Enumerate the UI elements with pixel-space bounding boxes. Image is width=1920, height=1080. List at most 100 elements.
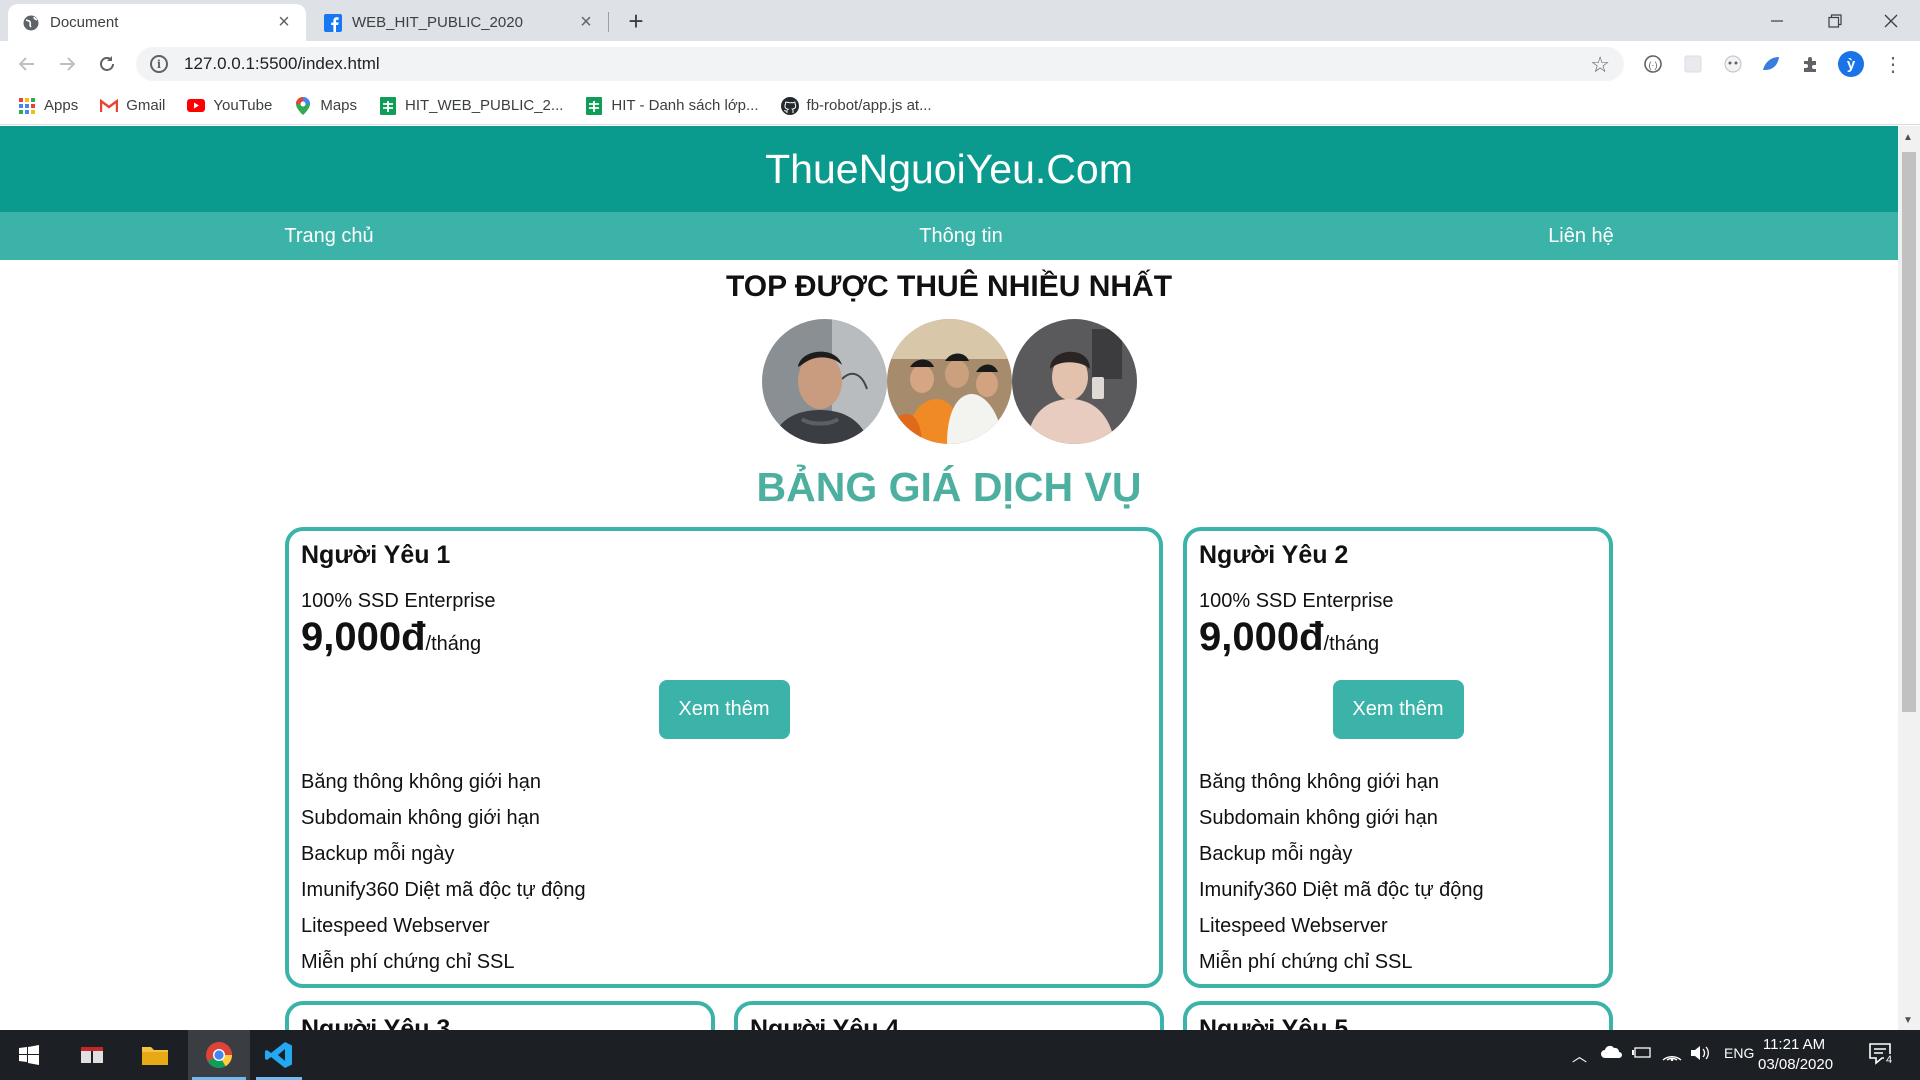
close-tab-icon[interactable]: × (274, 11, 294, 34)
list-item: Imunify360 Diệt mã độc tự động (1199, 879, 1484, 901)
bookmark-fb-robot[interactable]: fb-robot/app.js at... (780, 96, 932, 115)
see-more-button[interactable]: Xem thêm (1332, 680, 1464, 739)
list-item: Litespeed Webserver (1199, 915, 1388, 937)
menu-kebab-icon[interactable]: ⋮ (1880, 51, 1906, 77)
notification-center-icon[interactable]: 4 (1868, 1042, 1895, 1066)
close-tab-icon[interactable]: × (576, 11, 596, 34)
url-text[interactable]: 127.0.0.1:5500/index.html (184, 54, 380, 74)
top-avatars (0, 319, 1898, 444)
nav-link-trang-chu[interactable]: Trang chủ (284, 225, 373, 248)
scroll-down-arrow-icon[interactable]: ▼ (1903, 1015, 1913, 1026)
bookmark-star-icon[interactable]: ☆ (1590, 52, 1610, 78)
extension-icon[interactable]: (·) (1640, 51, 1666, 77)
card-price: 9,000đ/tháng (301, 615, 1147, 660)
windows-taskbar: ︿ ENG 11:21 AM 03/08/2020 4 (0, 1030, 1920, 1080)
card-feature: 100% SSD Enterprise (1199, 590, 1394, 612)
forward-button[interactable] (52, 49, 82, 79)
sheets-icon (585, 96, 603, 115)
page-viewport: ThueNguoiYeu.Com Trang chủ Thông tin Liê… (0, 126, 1898, 1030)
bookmark-label: YouTube (213, 97, 273, 114)
bookmarks-bar: Apps Gmail YouTube Maps HIT_WEB_PUBLIC_2… (0, 87, 1920, 125)
list-item: Imunify360 Diệt mã độc tự động (301, 879, 586, 901)
bookmark-apps[interactable]: Apps (18, 97, 78, 115)
bookmark-maps[interactable]: Maps (294, 96, 358, 115)
scroll-up-arrow-icon[interactable]: ▲ (1903, 132, 1913, 143)
price-amount: 9,000đ (1199, 615, 1324, 659)
top-rented-title: TOP ĐƯỢC THUÊ NHIỀU NHẤT (725, 270, 1173, 303)
bookmark-label: fb-robot/app.js at... (806, 97, 932, 114)
puzzle-icon[interactable] (1798, 51, 1824, 77)
tab-web-hit-public[interactable]: WEB_HIT_PUBLIC_2020 × (310, 4, 608, 41)
info-icon[interactable]: i (150, 55, 168, 73)
close-window-button[interactable] (1862, 0, 1920, 41)
vscode-taskbar-icon[interactable] (252, 1030, 306, 1080)
bookmark-label: Maps (320, 97, 358, 114)
pricing-card-5: Người Yêu 5 (1183, 1001, 1613, 1030)
reload-button[interactable] (92, 49, 122, 79)
tab-document[interactable]: Document × (8, 4, 306, 41)
bookmark-label: Apps (44, 97, 79, 114)
bookmark-hit-web-public[interactable]: HIT_WEB_PUBLIC_2... (379, 96, 564, 115)
windows-start-icon[interactable] (0, 1030, 58, 1080)
task-view-icon[interactable] (64, 1030, 122, 1080)
battery-icon[interactable] (1632, 1045, 1652, 1059)
svg-text:(·): (·) (1649, 60, 1658, 70)
extension-icon[interactable] (1720, 51, 1746, 77)
profile-avatar[interactable]: ỳ (1838, 51, 1864, 77)
bookmark-youtube[interactable]: YouTube (187, 97, 272, 115)
bookmark-label: HIT_WEB_PUBLIC_2... (405, 97, 564, 114)
notification-count: 4 (1884, 1054, 1895, 1066)
list-item: Backup mỗi ngày (1199, 843, 1353, 865)
site-brand[interactable]: ThueNguoiYeu.Com (765, 146, 1133, 193)
card-features-list: Băng thông không giới hạn Subdomain khôn… (301, 764, 1147, 980)
bookmark-label: Gmail (126, 97, 166, 114)
list-item: Băng thông không giới hạn (1199, 771, 1439, 793)
list-item: Subdomain không giới hạn (1199, 807, 1438, 829)
list-item: Miễn phí chứng chỉ SSL (1199, 951, 1413, 973)
see-more-button[interactable]: Xem thêm (658, 680, 790, 739)
extension-icon[interactable] (1758, 51, 1784, 77)
bookmark-gmail[interactable]: Gmail (100, 97, 165, 115)
gmail-icon (100, 97, 119, 115)
back-button[interactable] (12, 49, 42, 79)
site-nav: Trang chủ Thông tin Liên hệ (0, 212, 1898, 260)
site-header: ThueNguoiYeu.Com (0, 126, 1898, 212)
avatar-photo-3[interactable] (1011, 319, 1137, 444)
clock-date: 03/08/2020 (1758, 1056, 1834, 1073)
price-period: /tháng (1323, 633, 1380, 655)
tray-chevron-icon[interactable]: ︿ (1572, 1045, 1587, 1066)
avatar-photo-2[interactable] (886, 319, 1012, 444)
list-item: Backup mỗi ngày (301, 843, 455, 865)
nav-link-thong-tin[interactable]: Thông tin (919, 225, 1002, 248)
clock-time: 11:21 AM (1762, 1036, 1826, 1053)
bookmark-label: HIT - Danh sách lớp... (611, 97, 759, 114)
tab-title: WEB_HIT_PUBLIC_2020 (352, 14, 523, 31)
volume-icon[interactable] (1690, 1045, 1712, 1061)
tab-strip: Document × WEB_HIT_PUBLIC_2020 × + (0, 0, 1920, 41)
apps-grid-icon (18, 97, 36, 115)
avatar-photo-1[interactable] (761, 319, 887, 444)
price-amount: 9,000đ (301, 615, 426, 659)
facebook-icon (324, 13, 342, 32)
youtube-icon (187, 97, 206, 115)
system-clock[interactable]: 11:21 AM 03/08/2020 (1758, 1035, 1834, 1075)
restore-button[interactable] (1806, 0, 1864, 41)
file-explorer-icon[interactable] (126, 1030, 184, 1080)
card-features-list: Băng thông không giới hạn Subdomain khôn… (1199, 764, 1597, 980)
pricing-title: BẢNG GIÁ DỊCH VỤ (756, 464, 1142, 510)
onedrive-icon[interactable] (1600, 1045, 1622, 1059)
address-bar[interactable]: i 127.0.0.1:5500/index.html ☆ (136, 47, 1624, 81)
chrome-taskbar-icon[interactable] (188, 1030, 250, 1080)
nav-link-lien-he[interactable]: Liên hệ (1548, 225, 1614, 248)
card-title: Người Yêu 1 (301, 541, 451, 569)
language-indicator[interactable]: ENG (1724, 1045, 1754, 1061)
minimize-button[interactable] (1748, 0, 1806, 41)
wifi-icon[interactable] (1662, 1045, 1682, 1061)
scrollbar-thumb[interactable] (1902, 152, 1916, 712)
page-scrollbar[interactable]: ▲ ▼ (1898, 126, 1920, 1030)
bookmark-hit-danh-sach[interactable]: HIT - Danh sách lớp... (585, 96, 759, 115)
extension-icon[interactable] (1680, 51, 1706, 77)
github-icon (780, 96, 799, 115)
new-tab-button[interactable]: + (624, 6, 648, 36)
pricing-card-2: Người Yêu 2 100% SSD Enterprise 9,000đ/t… (1183, 527, 1613, 988)
